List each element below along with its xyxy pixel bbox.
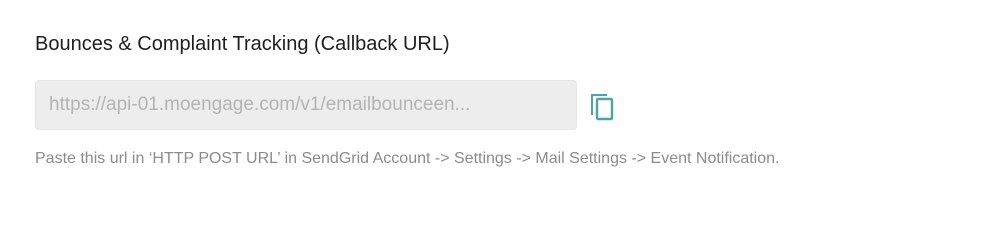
copy-icon <box>589 89 615 121</box>
url-row <box>35 80 935 130</box>
help-text: Paste this url in ‘HTTP POST URL’ in Sen… <box>35 150 780 167</box>
section-title: Bounces & Complaint Tracking (Callback U… <box>35 33 450 55</box>
callback-url-field[interactable] <box>35 80 577 130</box>
copy-url-button[interactable] <box>587 88 617 122</box>
callback-url-section: Bounces & Complaint Tracking (Callback U… <box>35 30 935 173</box>
